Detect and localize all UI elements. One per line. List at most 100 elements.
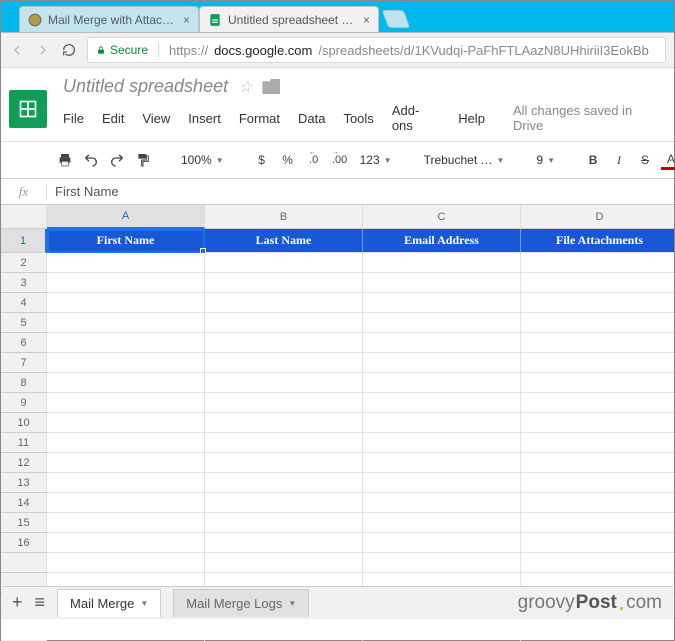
cell-B6[interactable]: [205, 333, 363, 353]
cell-A8[interactable]: [47, 373, 205, 393]
cell-D5[interactable]: [521, 313, 674, 333]
cell-B13[interactable]: [205, 473, 363, 493]
more-formats[interactable]: 123▼: [356, 153, 396, 167]
star-icon[interactable]: ☆: [238, 77, 252, 97]
new-tab-button[interactable]: [382, 10, 411, 28]
cell-D9[interactable]: [521, 393, 674, 413]
row-header-7[interactable]: 7: [1, 353, 47, 373]
cell-A10[interactable]: [47, 413, 205, 433]
row-header-9[interactable]: 9: [1, 393, 47, 413]
cell-B9[interactable]: [205, 393, 363, 413]
cell-B8[interactable]: [205, 373, 363, 393]
format-currency[interactable]: $: [252, 148, 272, 172]
row-header-16[interactable]: 16: [1, 533, 47, 553]
cell-A17[interactable]: [47, 553, 205, 573]
cell-D11[interactable]: [521, 433, 674, 453]
menu-format[interactable]: Format: [239, 111, 280, 126]
cell-C14[interactable]: [363, 493, 521, 513]
spreadsheet-grid[interactable]: ABCD1First NameLast NameEmail AddressFil…: [1, 205, 674, 641]
row-header-14[interactable]: 14: [1, 493, 47, 513]
cell-D3[interactable]: [521, 273, 674, 293]
cell-C15[interactable]: [363, 513, 521, 533]
select-all-corner[interactable]: [1, 205, 47, 229]
cell-A12[interactable]: [47, 453, 205, 473]
font-size-dropdown[interactable]: 9▼: [532, 153, 559, 167]
menu-edit[interactable]: Edit: [102, 111, 124, 126]
folder-icon[interactable]: [262, 79, 280, 94]
col-header-D[interactable]: D: [521, 205, 674, 229]
cell-A15[interactable]: [47, 513, 205, 533]
row-header-8[interactable]: 8: [1, 373, 47, 393]
cell-B11[interactable]: [205, 433, 363, 453]
cell-B10[interactable]: [205, 413, 363, 433]
cell-B12[interactable]: [205, 453, 363, 473]
cell-D12[interactable]: [521, 453, 674, 473]
cell-D8[interactable]: [521, 373, 674, 393]
menu-tools[interactable]: Tools: [343, 111, 373, 126]
row-header-15[interactable]: 15: [1, 513, 47, 533]
menu-data[interactable]: Data: [298, 111, 325, 126]
font-dropdown[interactable]: Trebuchet …▼: [420, 153, 509, 167]
cell-A11[interactable]: [47, 433, 205, 453]
cell-A6[interactable]: [47, 333, 205, 353]
doc-title[interactable]: Untitled spreadsheet: [63, 76, 228, 97]
format-percent[interactable]: %: [278, 148, 298, 172]
reload-button[interactable]: [61, 42, 77, 58]
row-header-1[interactable]: 1: [1, 229, 47, 253]
cell-C1[interactable]: Email Address: [363, 229, 521, 253]
strike-button[interactable]: S: [635, 148, 655, 172]
cell-C16[interactable]: [363, 533, 521, 553]
cell-B4[interactable]: [205, 293, 363, 313]
cell-D7[interactable]: [521, 353, 674, 373]
cell-C3[interactable]: [363, 273, 521, 293]
cell-C8[interactable]: [363, 373, 521, 393]
cell-B14[interactable]: [205, 493, 363, 513]
add-sheet-button[interactable]: +: [12, 592, 23, 613]
cell-D13[interactable]: [521, 473, 674, 493]
cell-B17[interactable]: [205, 553, 363, 573]
decrease-decimal[interactable]: .0←: [304, 148, 324, 172]
row-header-4[interactable]: 4: [1, 293, 47, 313]
cell-C13[interactable]: [363, 473, 521, 493]
col-header-B[interactable]: B: [205, 205, 363, 229]
menu-view[interactable]: View: [142, 111, 170, 126]
cell-D10[interactable]: [521, 413, 674, 433]
sheet-tab-1[interactable]: Mail Merge Logs▼: [173, 589, 309, 617]
tab-close-1[interactable]: ×: [363, 14, 370, 26]
col-header-C[interactable]: C: [363, 205, 521, 229]
cell-C6[interactable]: [363, 333, 521, 353]
all-sheets-button[interactable]: ≡: [35, 592, 46, 613]
cell-D2[interactable]: [521, 253, 674, 273]
print-button[interactable]: [55, 148, 75, 172]
sheets-logo[interactable]: [9, 90, 47, 128]
cell-B16[interactable]: [205, 533, 363, 553]
row-header-13[interactable]: 13: [1, 473, 47, 493]
cell-A1[interactable]: First Name: [47, 229, 205, 253]
cell-D1[interactable]: File Attachments: [521, 229, 674, 253]
menu-file[interactable]: File: [63, 111, 84, 126]
cell-D14[interactable]: [521, 493, 674, 513]
zoom-dropdown[interactable]: 100%▼: [177, 153, 228, 167]
fx-input[interactable]: First Name: [47, 184, 119, 199]
row-header-12[interactable]: 12: [1, 453, 47, 473]
cell-B7[interactable]: [205, 353, 363, 373]
undo-button[interactable]: [81, 148, 101, 172]
browser-tab-0[interactable]: Mail Merge with Attachm ×: [19, 6, 199, 32]
cell-C2[interactable]: [363, 253, 521, 273]
cell-A16[interactable]: [47, 533, 205, 553]
cell-C17[interactable]: [363, 553, 521, 573]
cell-D4[interactable]: [521, 293, 674, 313]
cell-D6[interactable]: [521, 333, 674, 353]
forward-button[interactable]: [35, 42, 51, 58]
cell-B3[interactable]: [205, 273, 363, 293]
cell-A5[interactable]: [47, 313, 205, 333]
bold-button[interactable]: B: [583, 148, 603, 172]
cell-A9[interactable]: [47, 393, 205, 413]
paint-format-button[interactable]: [133, 148, 153, 172]
cell-C7[interactable]: [363, 353, 521, 373]
row-header-3[interactable]: 3: [1, 273, 47, 293]
cell-B5[interactable]: [205, 313, 363, 333]
cell-A7[interactable]: [47, 353, 205, 373]
text-color-button[interactable]: A: [661, 150, 675, 170]
cell-A3[interactable]: [47, 273, 205, 293]
